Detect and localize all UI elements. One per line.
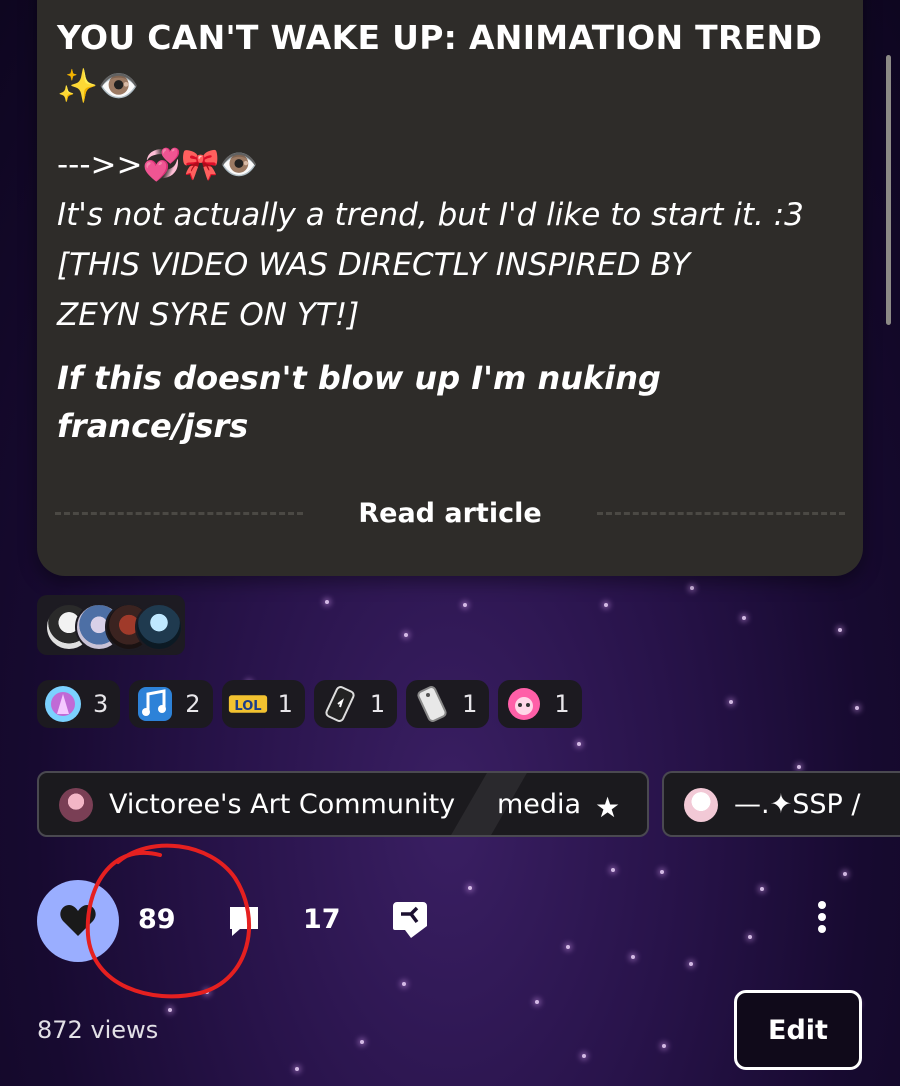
article-title-line2: ✨👁️ bbox=[57, 66, 140, 105]
more-options-icon[interactable] bbox=[811, 901, 833, 941]
reaction-chip[interactable]: 1 bbox=[406, 680, 490, 728]
divider-right bbox=[596, 511, 846, 515]
praying-hands-icon bbox=[43, 684, 83, 724]
article-title-line1: YOU CAN'T WAKE UP: ANIMATION TREND bbox=[57, 18, 823, 57]
reaction-count: 1 bbox=[554, 690, 570, 718]
community-tag[interactable]: —.✦SSP / bbox=[662, 771, 900, 837]
reaction-count: 2 bbox=[185, 690, 201, 718]
read-article-row: Read article bbox=[55, 488, 846, 538]
scrollbar[interactable] bbox=[886, 55, 891, 325]
community-avatar bbox=[59, 788, 93, 822]
community-avatar bbox=[684, 788, 718, 822]
reaction-chip[interactable]: 1 bbox=[313, 680, 398, 728]
edit-button[interactable]: Edit bbox=[734, 990, 862, 1070]
body-line-3: ZEYN SYRE ON YT!] bbox=[57, 297, 360, 333]
reaction-chip[interactable]: 1 bbox=[498, 680, 582, 728]
pink-character-icon bbox=[504, 684, 544, 724]
reaction-chip[interactable]: 2 bbox=[129, 680, 213, 728]
reaction-count: 1 bbox=[462, 690, 478, 718]
svg-text:LOL: LOL bbox=[234, 699, 261, 714]
community-tag[interactable]: Victoree's Art Community media ★ bbox=[37, 771, 649, 837]
reaction-chip[interactable]: 3 bbox=[37, 680, 121, 728]
arrow-line: --->>💞🎀👁️ bbox=[57, 147, 259, 183]
community-name: Victoree's Art Community bbox=[109, 789, 456, 820]
music-notes-icon bbox=[135, 684, 175, 724]
body-line-1: It's not actually a trend, but I'd like … bbox=[57, 197, 804, 233]
read-article-button[interactable]: Read article bbox=[303, 498, 596, 529]
star-icon: ★ bbox=[595, 791, 621, 824]
share-button[interactable] bbox=[391, 900, 429, 944]
share-icon bbox=[393, 902, 427, 938]
reaction-count: 3 bbox=[93, 690, 109, 718]
comment-icon bbox=[230, 907, 258, 936]
bold-line: If this doesn't blow up I'm nuking franc… bbox=[57, 359, 661, 445]
like-button[interactable] bbox=[37, 880, 119, 962]
community-category: media bbox=[497, 789, 582, 820]
reaction-count: 1 bbox=[369, 690, 386, 718]
avatar bbox=[135, 603, 183, 651]
body-line-2: [THIS VIDEO WAS DIRECTLY INSPIRED BY bbox=[57, 247, 691, 283]
liker-avatars[interactable] bbox=[37, 595, 185, 655]
reaction-count: 1 bbox=[277, 690, 293, 718]
phone-light-icon bbox=[412, 684, 452, 724]
comment-count[interactable]: 17 bbox=[303, 904, 341, 935]
phone-dark-icon bbox=[320, 684, 360, 724]
view-count: 872 views bbox=[37, 1016, 159, 1044]
divider-left bbox=[55, 511, 304, 515]
community-name: —.✦SSP / bbox=[734, 789, 861, 820]
article-card[interactable]: YOU CAN'T WAKE UP: ANIMATION TREND ✨👁️ -… bbox=[37, 0, 863, 576]
lol-icon: LOL bbox=[228, 684, 268, 724]
reaction-chip[interactable]: LOL 1 bbox=[221, 680, 305, 728]
heart-icon bbox=[60, 905, 96, 936]
reactions-row: 3 2 LOL 1 1 1 1 bbox=[37, 680, 582, 728]
comment-button[interactable] bbox=[226, 903, 262, 943]
like-count[interactable]: 89 bbox=[138, 904, 176, 935]
